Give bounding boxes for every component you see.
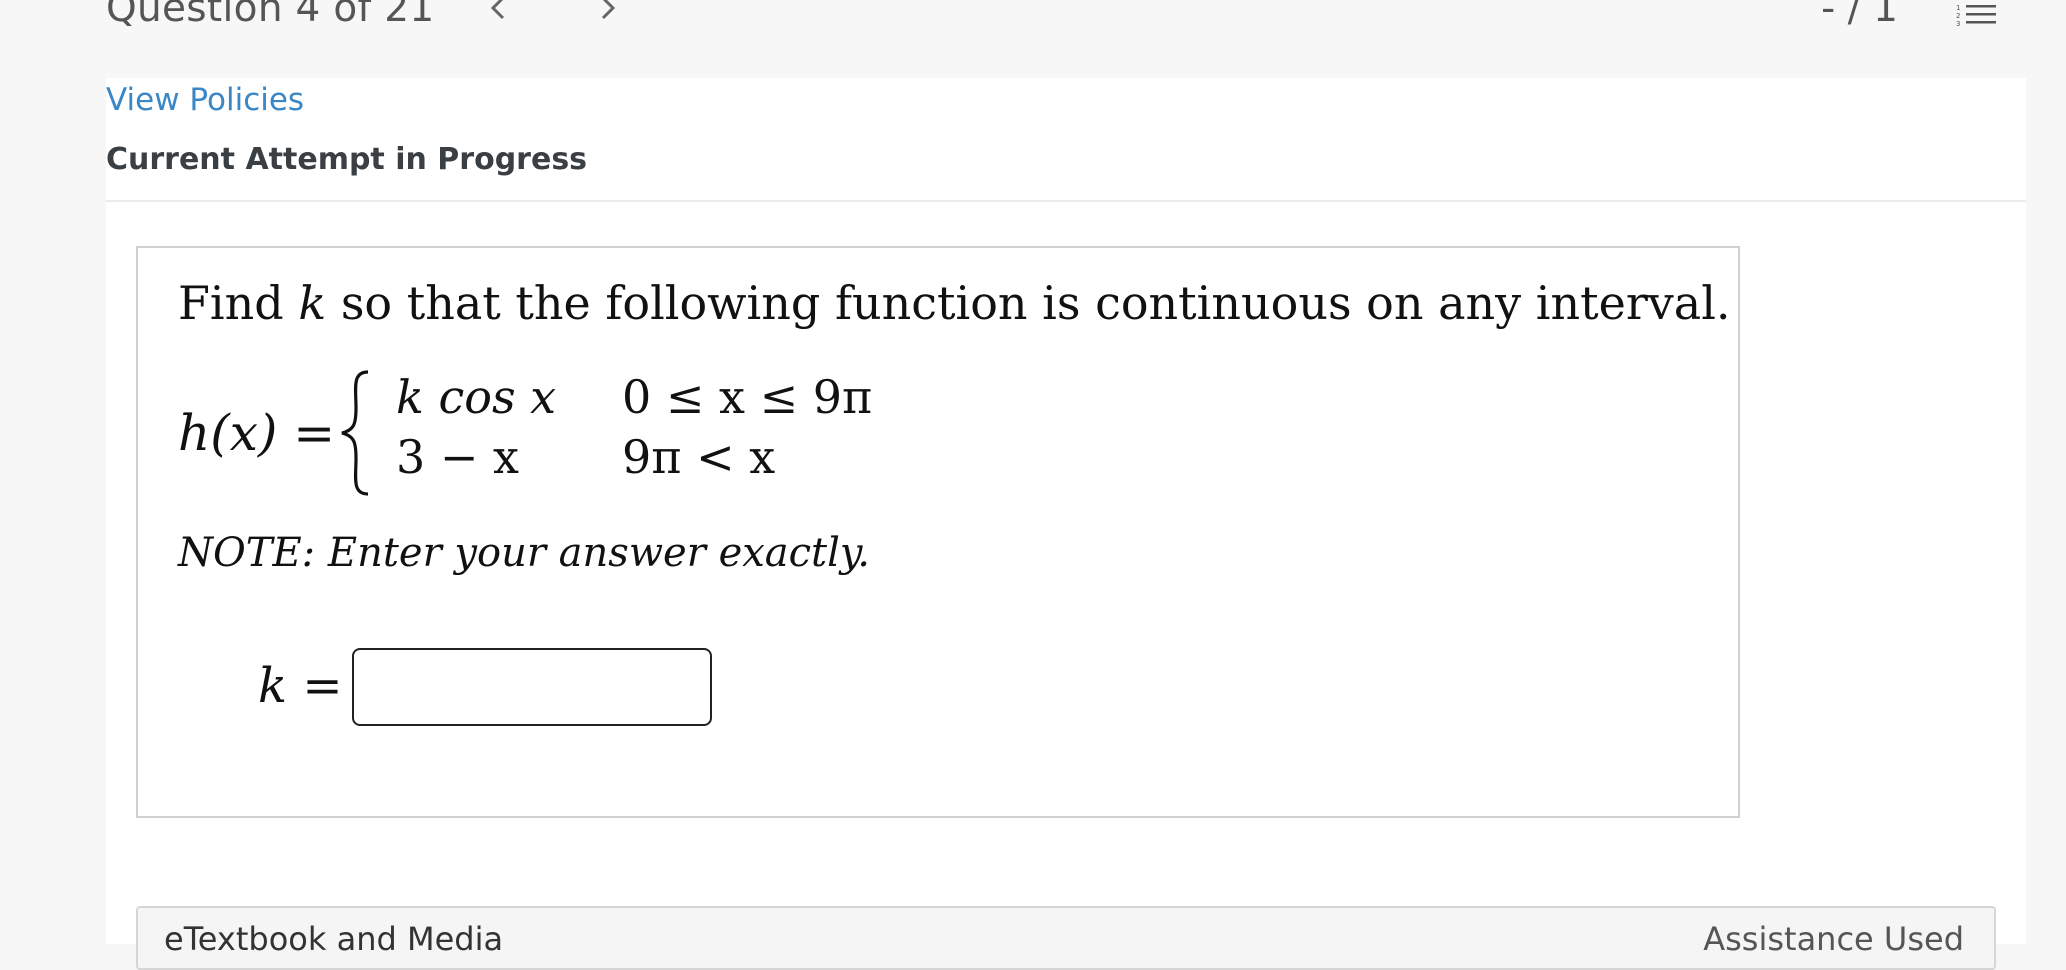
case-1-condition: 0 ≤ x ≤ 9π (622, 370, 873, 424)
question-statement: Find k so that the following function is… (178, 276, 1731, 330)
etextbook-media-section[interactable]: eTextbook and Media Assistance Used (136, 906, 1996, 970)
svg-text:3: 3 (1956, 20, 1960, 28)
piecewise-function: h(x) = k cos x 0 ≤ x ≤ 9π 3 − x 9π < x (178, 368, 978, 498)
statement-text-start: Find (178, 276, 299, 330)
question-counter: Question 4 of 21 (106, 0, 435, 31)
numbered-list-icon: 1 2 3 (1956, 4, 1996, 28)
statement-variable: k (298, 276, 327, 330)
question-score: - / 1 (1821, 0, 1898, 31)
question-header: Question 4 of 21 - / 1 1 2 3 (0, 0, 2066, 78)
next-question-button[interactable] (588, 0, 628, 26)
statement-text-end: so that the following function is contin… (326, 276, 1731, 330)
function-name: h(x) = (178, 404, 336, 462)
etextbook-media-title: eTextbook and Media (164, 920, 504, 958)
case-2-condition: 9π < x (622, 430, 776, 484)
previous-question-button[interactable] (478, 0, 518, 26)
attempt-status: Current Attempt in Progress (106, 142, 588, 177)
answer-label: k = (258, 658, 343, 714)
svg-text:2: 2 (1956, 12, 1960, 20)
answer-note: NOTE: Enter your answer exactly. (178, 530, 870, 576)
chevron-left-icon (490, 0, 505, 20)
case-2-expression: 3 − x (396, 430, 519, 484)
assistance-used-label: Assistance Used (1703, 920, 1964, 958)
case-1-expression: k cos x (396, 370, 557, 424)
answer-input[interactable] (352, 648, 712, 726)
question-list-button[interactable]: 1 2 3 (1956, 2, 2000, 28)
view-policies-link[interactable]: View Policies (106, 82, 304, 118)
left-brace-icon (341, 370, 369, 496)
question-panel: View Policies Current Attempt in Progres… (106, 78, 2026, 970)
chevron-right-icon (601, 0, 616, 20)
question-box: Find k so that the following function is… (136, 246, 1740, 818)
divider (106, 200, 2026, 202)
svg-text:1: 1 (1956, 4, 1960, 12)
